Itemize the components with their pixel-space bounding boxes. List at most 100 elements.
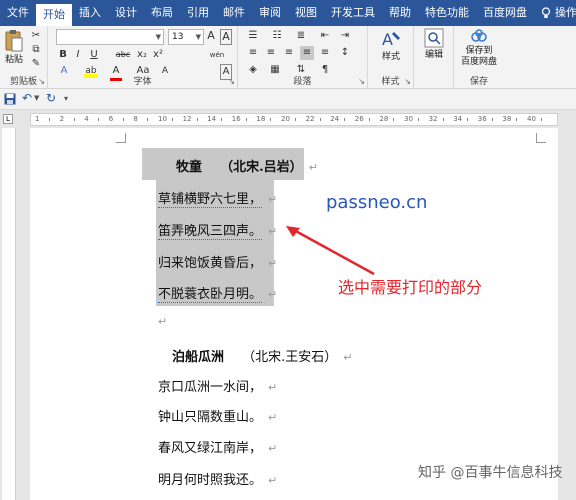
ruler-number: 38 bbox=[502, 115, 512, 123]
numbering-icon[interactable]: ☷ bbox=[270, 29, 284, 43]
phonetic-guide-icon[interactable]: wén bbox=[206, 48, 228, 62]
font-launcher-icon[interactable]: ↘ bbox=[228, 77, 235, 86]
format-painter-icon[interactable]: ✎ bbox=[30, 57, 42, 71]
document-page[interactable]: 牧童 （北宋.吕岩） ↵ 草铺横野六七里， ↵ 笛弄晚风三四声。 ↵ 归来饱饭黄昏后，… bbox=[30, 128, 562, 500]
clipboard-launcher-icon[interactable]: ↘ bbox=[38, 77, 45, 86]
save-group-label: 保存 bbox=[469, 77, 488, 87]
horizontal-ruler[interactable]: 1 2 4 6 8 10 12 14 16 18 20 22 24 26 28 30 32 34 36 38 40 bbox=[30, 113, 558, 126]
tab-review[interactable]: 审阅 bbox=[252, 0, 288, 26]
ribbon-home: 粘贴 ✂ ⧉ ✎ 剪贴板 ↘ ▼ 13 ▼ A A B I U abc x₂ x²… bbox=[0, 26, 576, 89]
tab-references[interactable]: 引用 bbox=[180, 0, 216, 26]
help-search-box[interactable]: 操作说明搜索 bbox=[534, 0, 576, 26]
paste-label: 粘贴 bbox=[4, 55, 23, 65]
bold-button[interactable]: B bbox=[58, 48, 68, 62]
svg-text:A: A bbox=[382, 30, 393, 49]
ruler-number: 34 bbox=[453, 115, 463, 123]
editing-button-label: 编辑 bbox=[424, 50, 443, 60]
italic-button[interactable]: I bbox=[73, 48, 83, 62]
editing-button[interactable]: 编辑 bbox=[420, 28, 448, 66]
ruler-tick bbox=[368, 118, 370, 121]
poem2-line: 春风又绿江南岸， ↵ bbox=[158, 437, 277, 456]
ruler-tick bbox=[295, 118, 296, 121]
poem2-line-text: 钟山只隔数重山。 bbox=[158, 410, 263, 425]
group-save: 保存到 百度网盘 保存 bbox=[454, 26, 504, 89]
paragraph-mark: ↵ bbox=[268, 381, 278, 394]
vertical-ruler[interactable] bbox=[2, 128, 16, 500]
clear-format-icon[interactable]: A bbox=[220, 29, 232, 45]
ruler-tick bbox=[344, 118, 346, 121]
undo-icon[interactable]: ↶ bbox=[22, 91, 32, 105]
ruler-tick bbox=[467, 118, 469, 121]
ruler-number: 14 bbox=[207, 115, 217, 123]
ruler-tick bbox=[245, 118, 247, 121]
align-right-icon[interactable]: ≡ bbox=[282, 46, 296, 60]
justify-icon[interactable]: ≡ bbox=[300, 46, 314, 60]
tab-view[interactable]: 视图 bbox=[288, 0, 324, 26]
horizontal-ruler-row: L 1 2 4 6 8 10 12 14 16 18 20 22 24 26 28 30 32 34 36 38 40 bbox=[0, 110, 576, 128]
chevron-down-icon: ▼ bbox=[155, 33, 161, 41]
redo-icon[interactable]: ↻ bbox=[46, 91, 56, 105]
group-styles: A 样式 样式 ↘ bbox=[368, 26, 414, 89]
poem2-line-text: 春风又绿江南岸， bbox=[158, 441, 263, 456]
tab-insert[interactable]: 插入 bbox=[72, 0, 108, 26]
ruler-tick bbox=[491, 118, 493, 121]
line-spacing-icon[interactable]: ↕ bbox=[338, 46, 352, 60]
save-icon[interactable] bbox=[4, 93, 16, 105]
distributed-icon[interactable]: ≡ bbox=[318, 46, 332, 60]
tab-mailings[interactable]: 邮件 bbox=[216, 0, 252, 26]
increase-indent-icon[interactable]: ⇥ bbox=[338, 29, 352, 43]
styles-button-label: 样式 bbox=[381, 52, 400, 62]
customize-qat-icon[interactable]: ▾ bbox=[64, 94, 68, 103]
ruler-tick bbox=[98, 118, 100, 121]
baidu-netdisk-icon bbox=[471, 29, 487, 42]
font-group-label: 字体 bbox=[133, 77, 152, 87]
poem1-line-text: 草铺横野六七里， bbox=[158, 192, 263, 208]
grow-font-icon[interactable]: A bbox=[206, 29, 216, 43]
styles-launcher-icon[interactable]: ↘ bbox=[404, 77, 411, 86]
tab-stop-selector-icon[interactable]: L bbox=[3, 114, 13, 124]
tab-baidu-netdisk[interactable]: 百度网盘 bbox=[476, 0, 534, 26]
font-size-select[interactable]: 13 ▼ bbox=[168, 29, 204, 45]
tab-design[interactable]: 设计 bbox=[108, 0, 144, 26]
ruler-number: 8 bbox=[133, 115, 138, 123]
paragraph-mark: ↵ bbox=[158, 315, 168, 328]
group-editing: 编辑 bbox=[414, 26, 454, 89]
font-name-select[interactable]: ▼ bbox=[56, 29, 164, 45]
align-center-icon[interactable]: ≡ bbox=[264, 46, 278, 60]
poem2-title: 泊船瓜洲 bbox=[172, 350, 225, 365]
tab-special-features[interactable]: 特色功能 bbox=[418, 0, 476, 26]
save-to-baidu-button[interactable]: 保存到 百度网盘 bbox=[456, 28, 502, 70]
lightbulb-icon bbox=[541, 7, 551, 18]
paragraph-launcher-icon[interactable]: ↘ bbox=[358, 77, 365, 86]
quick-access-toolbar: ↶ ▼ ↻ ▾ bbox=[0, 89, 576, 110]
multilevel-list-icon[interactable]: ≣ bbox=[294, 29, 308, 43]
paragraph-mark: ↵ bbox=[268, 411, 278, 424]
bullets-icon[interactable]: ☰ bbox=[246, 29, 260, 43]
strikethrough-button[interactable]: abc bbox=[114, 48, 132, 62]
cut-icon[interactable]: ✂ bbox=[30, 29, 42, 43]
tab-help[interactable]: 帮助 bbox=[382, 0, 418, 26]
align-left-icon[interactable]: ≡ bbox=[246, 46, 260, 60]
search-icon bbox=[424, 28, 444, 48]
tab-layout[interactable]: 布局 bbox=[144, 0, 180, 26]
decrease-indent-icon[interactable]: ⇤ bbox=[318, 29, 332, 43]
undo-dropdown-icon[interactable]: ▼ bbox=[34, 94, 39, 102]
crop-mark-top-right bbox=[536, 133, 546, 143]
paste-button[interactable]: 粘贴 bbox=[3, 29, 25, 69]
styles-button[interactable]: A 样式 bbox=[376, 28, 406, 66]
ruler-tick bbox=[442, 118, 444, 121]
save-to-label-line1: 保存到 bbox=[465, 46, 493, 56]
tab-developer[interactable]: 开发工具 bbox=[324, 0, 382, 26]
subscript-button[interactable]: x₂ bbox=[136, 48, 148, 62]
poem1-title-line: 牧童 （北宋.吕岩） ↵ bbox=[176, 156, 318, 175]
poem2-line: 明月何时照我还。 ↵ bbox=[158, 469, 277, 488]
ruler-number: 1 bbox=[35, 115, 40, 123]
tab-home[interactable]: 开始 bbox=[36, 4, 72, 26]
tab-file[interactable]: 文件 bbox=[0, 0, 36, 26]
ruler-tick bbox=[418, 118, 419, 121]
poem1-title: 牧童 bbox=[176, 160, 203, 175]
superscript-button[interactable]: x² bbox=[152, 48, 164, 62]
copy-icon[interactable]: ⧉ bbox=[30, 43, 42, 57]
styles-icon: A bbox=[382, 30, 400, 49]
underline-button[interactable]: U bbox=[89, 48, 99, 62]
